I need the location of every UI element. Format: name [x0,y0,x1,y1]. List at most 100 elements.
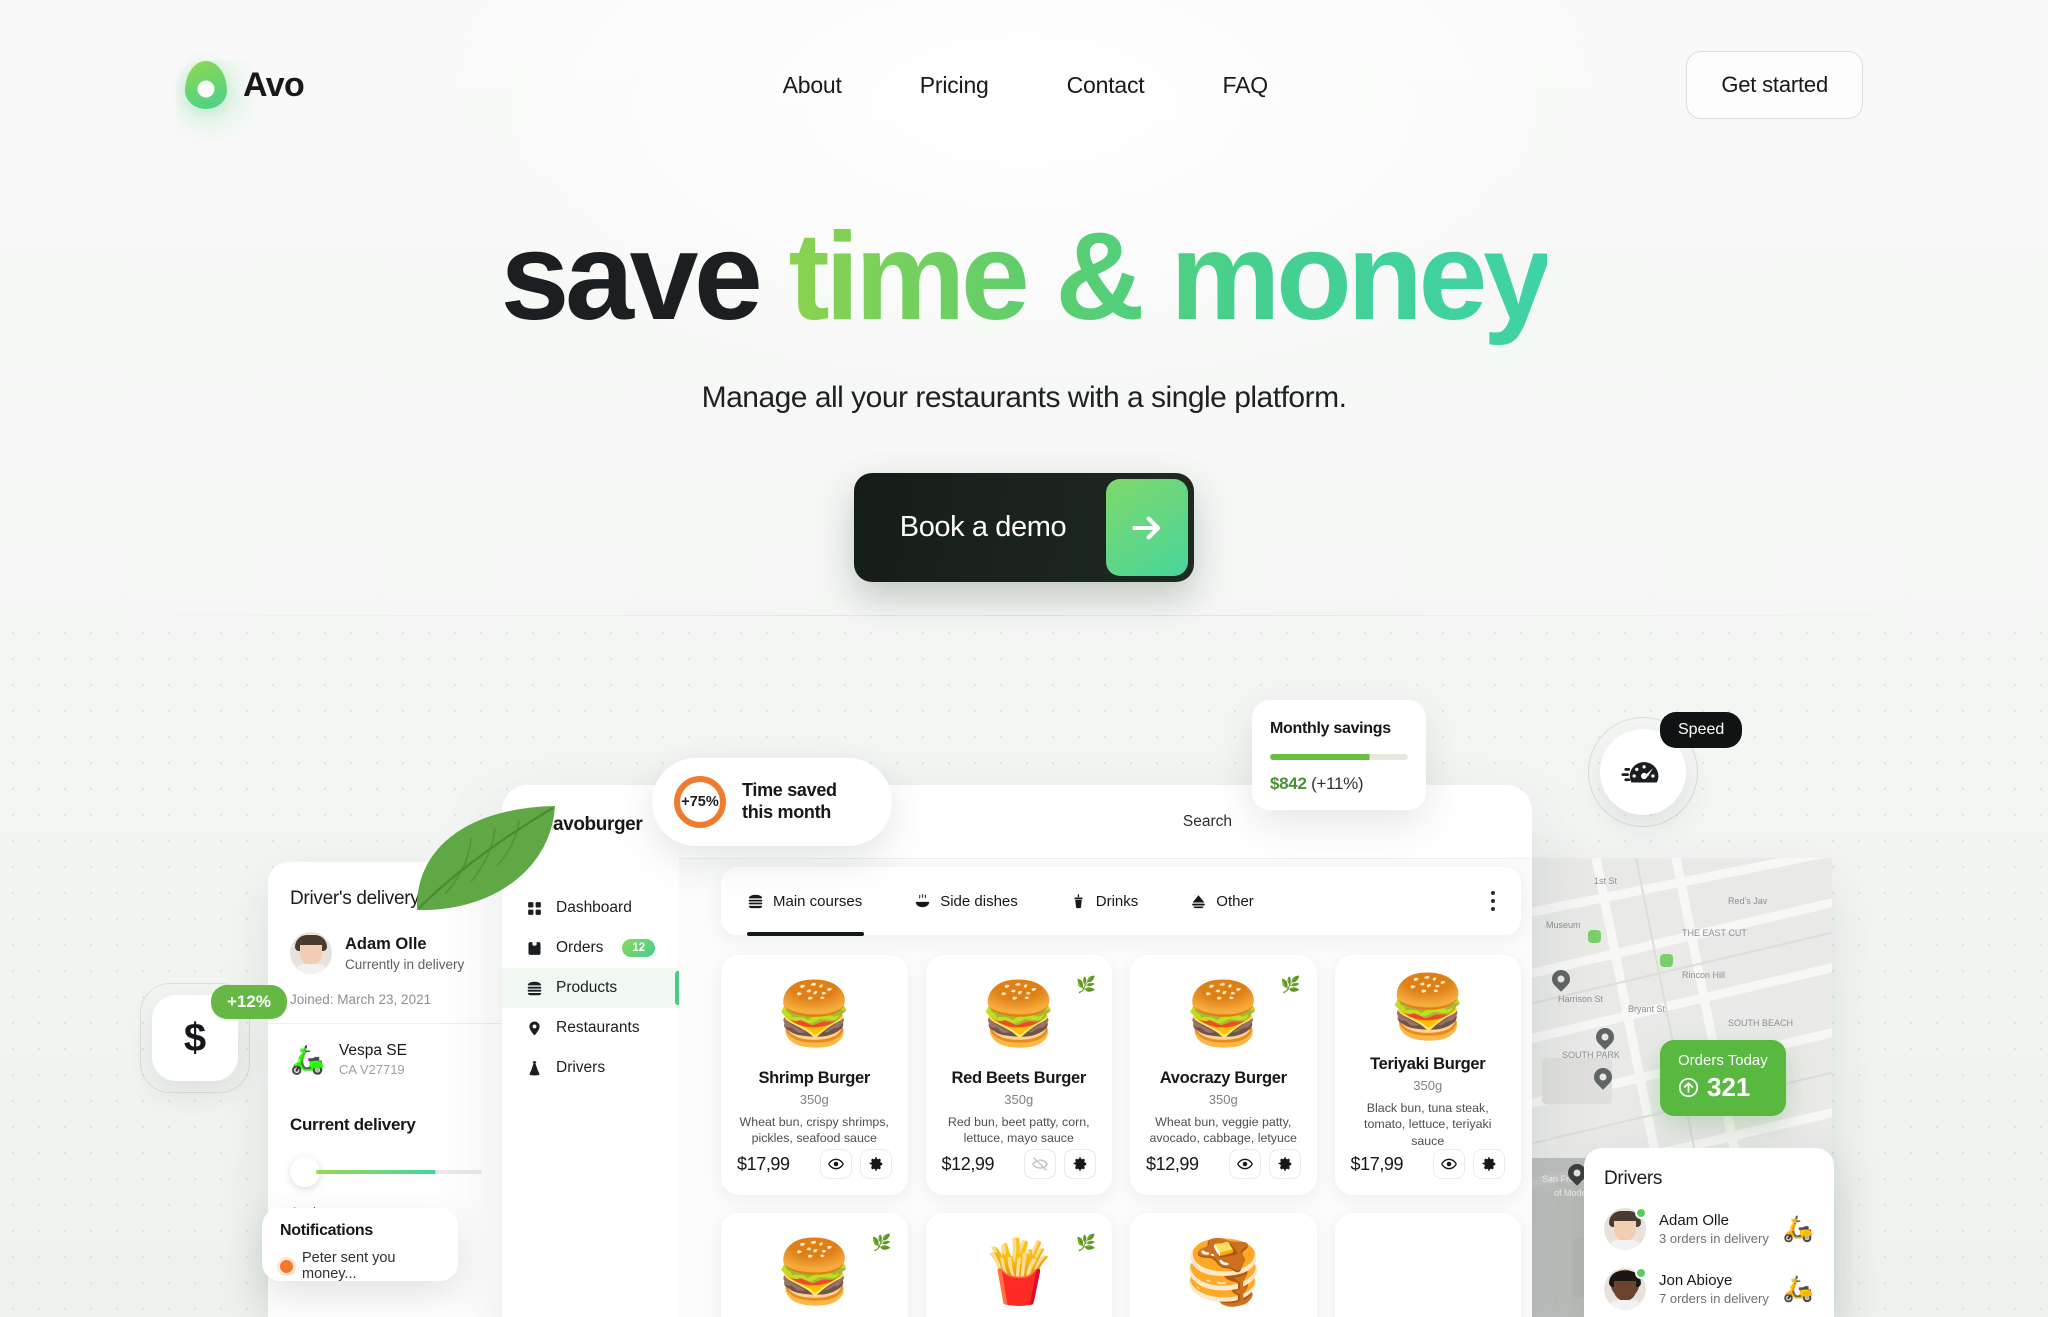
product-card[interactable]: 🌿 🍟 Kimchi Fries [925,1213,1112,1317]
hero-cta-wrapper: Book a demo [0,473,2048,582]
hero-section: save time & money Manage all your restau… [0,215,2048,582]
map-label: SOUTH BEACH [1728,1018,1794,1028]
product-card[interactable]: 🍔 Shrimp Burger 350g Wheat bun, crispy s… [721,955,908,1195]
current-delivery-title: Current delivery [290,1115,416,1134]
driver-name: Jon Abioye [1659,1272,1733,1289]
vehicle-name: Vespa SE [338,1042,407,1059]
dollar-icon: $ [183,1015,207,1060]
gear-icon[interactable] [1064,1149,1096,1179]
tab-main-courses[interactable]: Main courses [747,867,865,936]
product-card[interactable]: 🍔 Teriyaki Burger 350g Black bun, tuna s… [1334,955,1521,1195]
map-label: SOUTH PARK [1562,1050,1620,1060]
product-price: $12,99 [941,1153,995,1174]
cup-icon [1074,893,1083,908]
product-name: Red Beets Burger [951,1069,1087,1087]
monthly-savings-amount: $842 [1270,774,1307,793]
search-input[interactable]: Search [1183,813,1232,831]
nav-item-pricing[interactable]: Pricing [920,72,989,99]
product-footer: $17,99 [733,1149,896,1179]
eye-icon[interactable] [1228,1149,1261,1179]
product-name: Teriyaki Burger [1370,1054,1486,1073]
eye-icon[interactable] [819,1149,852,1179]
driver-helmet-icon [529,1060,540,1075]
map-label: Bryant St [1628,1004,1666,1014]
gear-icon[interactable] [1473,1149,1505,1179]
progress-track [316,1170,482,1174]
product-image: 🍔 [775,1238,853,1307]
sidebar-item-restaurants[interactable]: Restaurants [502,1008,679,1048]
bag-icon [528,941,541,955]
product-card[interactable]: 🌿 🍔 Avocrazy Burger 350g Wheat bun, vegg… [1130,955,1317,1195]
eye-off-icon[interactable] [1024,1149,1056,1179]
sidebar-item-label: Orders [556,939,604,956]
book-a-demo-button[interactable]: Book a demo [853,473,1195,582]
gear-icon[interactable] [1268,1149,1301,1179]
driver-orders-count: 7 orders in delivery [1659,1291,1769,1306]
burger-icon [527,981,542,995]
sidebar-item-drivers[interactable]: Drivers [502,1048,679,1088]
get-started-button[interactable]: Get started [1686,51,1863,119]
driver-row[interactable]: Jon Abioye 7 orders in delivery 🛵 [1604,1267,1814,1310]
product-name: Avocrazy Burger [1159,1069,1287,1087]
product-image: 🥞 [1184,1238,1262,1307]
sidebar-item-orders[interactable]: Orders 12 [502,928,679,968]
product-card[interactable]: 🥞 Royal Pancakes [1130,1213,1317,1317]
product-weight: 350g [1413,1077,1443,1093]
notifications-widget[interactable]: Notifications Peter sent you money... [262,1208,458,1282]
app-sidebar: avoburger Dashboard Orders 12 Products R… [502,785,679,1317]
product-footer: $12,99 [938,1149,1101,1179]
time-saved-percent: +75% [681,794,719,810]
bowl-icon [916,893,930,907]
sidebar-item-label: Dashboard [556,899,632,916]
gear-icon[interactable] [859,1149,892,1179]
tab-label: Main courses [773,892,863,910]
driver-row[interactable]: Adam Olle 3 orders in delivery 🛵 [1604,1207,1814,1250]
sidebar-nav: Dashboard Orders 12 Products Restaurants… [502,888,679,1088]
nav-item-contact[interactable]: Contact [1067,72,1145,99]
product-image: 🍔 [980,980,1058,1049]
avatar [1604,1267,1647,1310]
leaf-icon: 🌿 [1076,1235,1096,1252]
product-card-empty[interactable] [1334,1213,1521,1317]
revenue-delta-badge: +12% [211,985,287,1019]
eye-icon[interactable] [1433,1149,1465,1179]
tab-side-dishes[interactable]: Side dishes [914,867,1018,935]
map-label: Sh [1546,1136,1558,1146]
product-price: $17,99 [1350,1153,1404,1174]
sidebar-item-products[interactable]: Products [502,968,679,1008]
product-name: Shrimp Burger [758,1069,871,1087]
drivers-widget: Drivers Adam Olle 3 orders in delivery 🛵… [1584,1148,1834,1317]
grid-icon [528,901,541,915]
map-label: Harrison St [1558,994,1604,1004]
time-saved-widget[interactable]: +75% Time saved this month [652,758,892,846]
tab-other[interactable]: Other [1190,867,1254,935]
map-label: 1st St [1594,876,1618,886]
hero-title-gradient: time & money [788,208,1552,346]
orders-today-badge[interactable]: Orders Today 321 [1660,1040,1786,1116]
leaf-icon: 🌿 [1280,977,1301,994]
driver-profile-row[interactable]: Adam Olle Currently in delivery [290,932,482,974]
product-card[interactable]: 🌿 🍔 Peanut Burger [721,1213,908,1317]
sidebar-item-dashboard[interactable]: Dashboard [502,888,679,928]
nav-item-faq[interactable]: FAQ [1223,72,1269,99]
driver-name: Adam Olle [1659,1212,1730,1229]
notification-item[interactable]: Peter sent you money... [280,1250,440,1282]
monthly-savings-widget[interactable]: Monthly savings $842 (+11%) [1252,700,1426,810]
scooter-icon: 🛵 [1782,1274,1814,1303]
product-card[interactable]: 🌿 🍔 Red Beets Burger 350g Red bun, beet … [925,955,1112,1195]
driver-joined-date: Joined: March 23, 2021 [290,992,432,1007]
dessert-icon [1192,894,1206,908]
orders-today-title: Orders Today [1678,1052,1768,1069]
speed-tooltip: Speed [1660,712,1743,748]
tab-drinks[interactable]: Drinks [1070,867,1138,935]
more-vertical-icon[interactable] [1491,891,1495,911]
brand-logo[interactable]: Avo [185,61,305,109]
status-dot-icon [280,1259,293,1273]
map-driver-marker[interactable] [1588,930,1601,943]
nav-item-about[interactable]: About [783,72,842,99]
scooter-icon: 🛵 [1782,1214,1814,1243]
leaf-icon: 🌿 [871,1235,892,1252]
site-header: Avo About Pricing Contact FAQ Get starte… [0,0,2048,170]
product-footer: $12,99 [1142,1149,1305,1179]
map-driver-marker[interactable] [1660,954,1673,967]
